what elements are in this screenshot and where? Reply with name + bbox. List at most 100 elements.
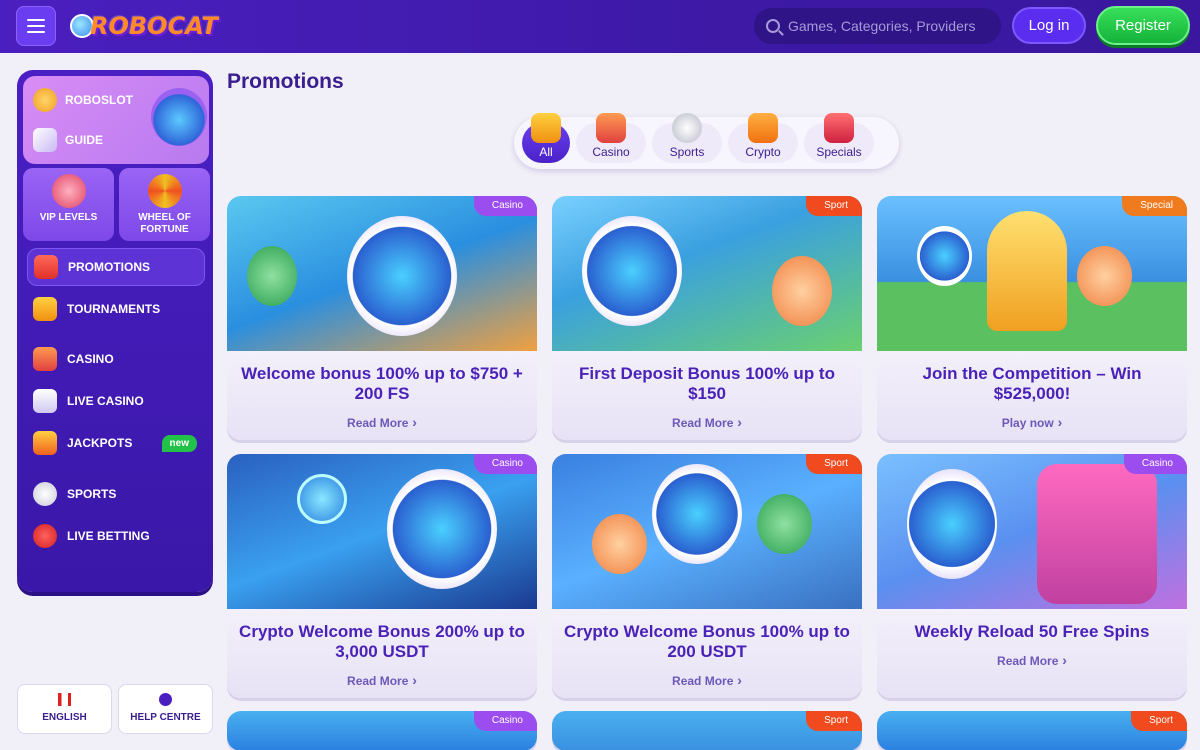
sidebar: ROBOSLOT GUIDE VIP LEVELS WHEEL OF FORTU…	[17, 70, 213, 592]
promo-card[interactable]: Sport	[552, 711, 862, 750]
wheel-of-fortune-tile[interactable]: WHEEL OF FORTUNE	[119, 168, 210, 241]
logo[interactable]: ROBOCAT	[70, 6, 218, 46]
promo-image: Sport	[552, 711, 862, 750]
promo-card[interactable]: Casino Crypto Welcome Bonus 200% up to 3…	[227, 454, 537, 698]
category-tag: Casino	[473, 196, 537, 216]
filter-crypto[interactable]: Crypto	[728, 113, 798, 163]
read-more-link[interactable]: Read More	[227, 414, 537, 430]
sidebar-item-label: TOURNAMENTS	[67, 302, 161, 316]
cat-mascot-icon	[757, 494, 812, 554]
read-more-link[interactable]: Read More	[227, 672, 537, 688]
slot-machine-icon	[596, 113, 626, 143]
guide-icon	[33, 128, 57, 152]
filter-casino[interactable]: Casino	[576, 113, 646, 163]
category-tag: Casino	[473, 454, 537, 474]
promo-card[interactable]: Casino	[227, 711, 537, 750]
sidebar-item-jackpots[interactable]: JACKPOTS new	[27, 424, 205, 462]
read-more-link[interactable]: Read More	[552, 672, 862, 688]
filter-sports[interactable]: Sports	[652, 113, 722, 163]
promo-title: Crypto Welcome Bonus 100% up to 200 USDT	[564, 622, 850, 661]
robocat-mascot-icon	[347, 216, 457, 336]
sidebar-item-promotions[interactable]: PROMOTIONS	[27, 248, 205, 286]
help-label: HELP CENTRE	[130, 712, 201, 723]
play-now-link[interactable]: Play now	[877, 414, 1187, 430]
live-icon	[33, 524, 57, 548]
promo-image: Sport	[877, 711, 1187, 750]
sidebar-item-guide[interactable]: GUIDE	[33, 128, 103, 152]
promo-card[interactable]: Sport Crypto Welcome Bonus 100% up to 20…	[552, 454, 862, 698]
read-more-link[interactable]: Read More	[552, 414, 862, 430]
new-badge: new	[161, 434, 197, 452]
promo-card[interactable]: Special Join the Competition – Win $525,…	[877, 196, 1187, 440]
cards-icon	[33, 389, 57, 413]
robocat-mascot-icon	[917, 226, 972, 286]
cat-mascot-icon	[592, 514, 647, 574]
search-input[interactable]	[788, 18, 988, 34]
sidebar-featured: ROBOSLOT GUIDE	[23, 76, 209, 164]
sidebar-item-label: LIVE CASINO	[67, 394, 144, 408]
vip-levels-tile[interactable]: VIP LEVELS	[23, 168, 114, 241]
promo-card[interactable]: Sport First Deposit Bonus 100% up to $15…	[552, 196, 862, 440]
register-button[interactable]: Register	[1096, 6, 1190, 45]
promo-title: Weekly Reload 50 Free Spins	[914, 622, 1150, 641]
filter-all[interactable]: All	[522, 113, 570, 163]
soccer-ball-icon	[33, 482, 57, 506]
top-bar: ROBOCAT Log in Register	[0, 0, 1200, 53]
sidebar-item-label: JACKPOTS	[67, 436, 133, 450]
sidebar-item-label: LIVE BETTING	[67, 529, 150, 543]
wheel-icon	[147, 174, 182, 208]
filter-specials[interactable]: Specials	[804, 113, 874, 163]
canada-flag-icon	[58, 693, 71, 706]
promo-card[interactable]: Casino Weekly Reload 50 Free Spins Read …	[877, 454, 1187, 698]
language-button[interactable]: ENGLISH	[17, 684, 112, 734]
robocat-mascot-icon	[582, 216, 682, 326]
promo-image: Special	[877, 196, 1187, 351]
trophy-icon	[531, 113, 561, 143]
filter-label: Specials	[816, 145, 862, 159]
slot-machine-icon	[33, 347, 57, 371]
promo-image: Casino	[227, 454, 537, 609]
promo-title: Welcome bonus 100% up to $750 + 200 FS	[241, 364, 523, 403]
language-label: ENGLISH	[42, 712, 87, 723]
category-tag: Special	[1122, 196, 1187, 216]
promo-card[interactable]: Sport	[877, 711, 1187, 750]
soccer-ball-icon	[672, 113, 702, 143]
menu-icon	[27, 19, 45, 21]
tile-label: VIP LEVELS	[39, 212, 98, 223]
sidebar-item-sports[interactable]: SPORTS	[27, 475, 205, 513]
promo-card[interactable]: Casino Welcome bonus 100% up to $750 + 2…	[227, 196, 537, 440]
filter-label: Casino	[592, 145, 630, 159]
read-more-link[interactable]: Read More	[877, 652, 1187, 668]
sidebar-item-tournaments[interactable]: TOURNAMENTS	[27, 290, 205, 328]
category-tag: Sport	[1131, 711, 1187, 731]
promo-image: Casino	[877, 454, 1187, 609]
coin-icon	[33, 88, 57, 112]
help-centre-button[interactable]: HELP CENTRE	[118, 684, 213, 734]
login-button[interactable]: Log in	[1012, 7, 1086, 44]
menu-button[interactable]	[16, 6, 56, 46]
crypto-trophy-icon	[748, 113, 778, 143]
jackpot-icon	[33, 431, 57, 455]
category-tag: Sport	[806, 196, 862, 216]
promo-image: Sport	[552, 196, 862, 351]
sidebar-item-live-betting[interactable]: LIVE BETTING	[27, 517, 205, 555]
robocat-mascot-icon	[387, 469, 497, 589]
sidebar-item-label: ROBOSLOT	[65, 93, 133, 107]
trophy-icon	[987, 211, 1067, 331]
promotion-filters: All Casino Sports Crypto Specials	[514, 113, 899, 169]
trophy-icon	[33, 297, 57, 321]
sidebar-item-label: PROMOTIONS	[68, 260, 151, 274]
sidebar-item-roboslot[interactable]: ROBOSLOT	[33, 88, 133, 112]
sidebar-item-casino[interactable]: CASINO	[27, 340, 205, 378]
search-bar[interactable]	[754, 8, 1001, 44]
category-tag: Casino	[473, 711, 537, 731]
filter-label: All	[539, 145, 553, 159]
specials-icon	[824, 113, 854, 143]
promo-image: Sport	[552, 454, 862, 609]
page-title: Promotions	[227, 70, 344, 93]
category-tag: Sport	[806, 711, 862, 731]
robocat-mascot-icon	[907, 469, 997, 579]
gift-icon	[34, 255, 58, 279]
sidebar-item-live-casino[interactable]: LIVE CASINO	[27, 382, 205, 420]
tile-label: WHEEL OF FORTUNE	[138, 212, 191, 235]
